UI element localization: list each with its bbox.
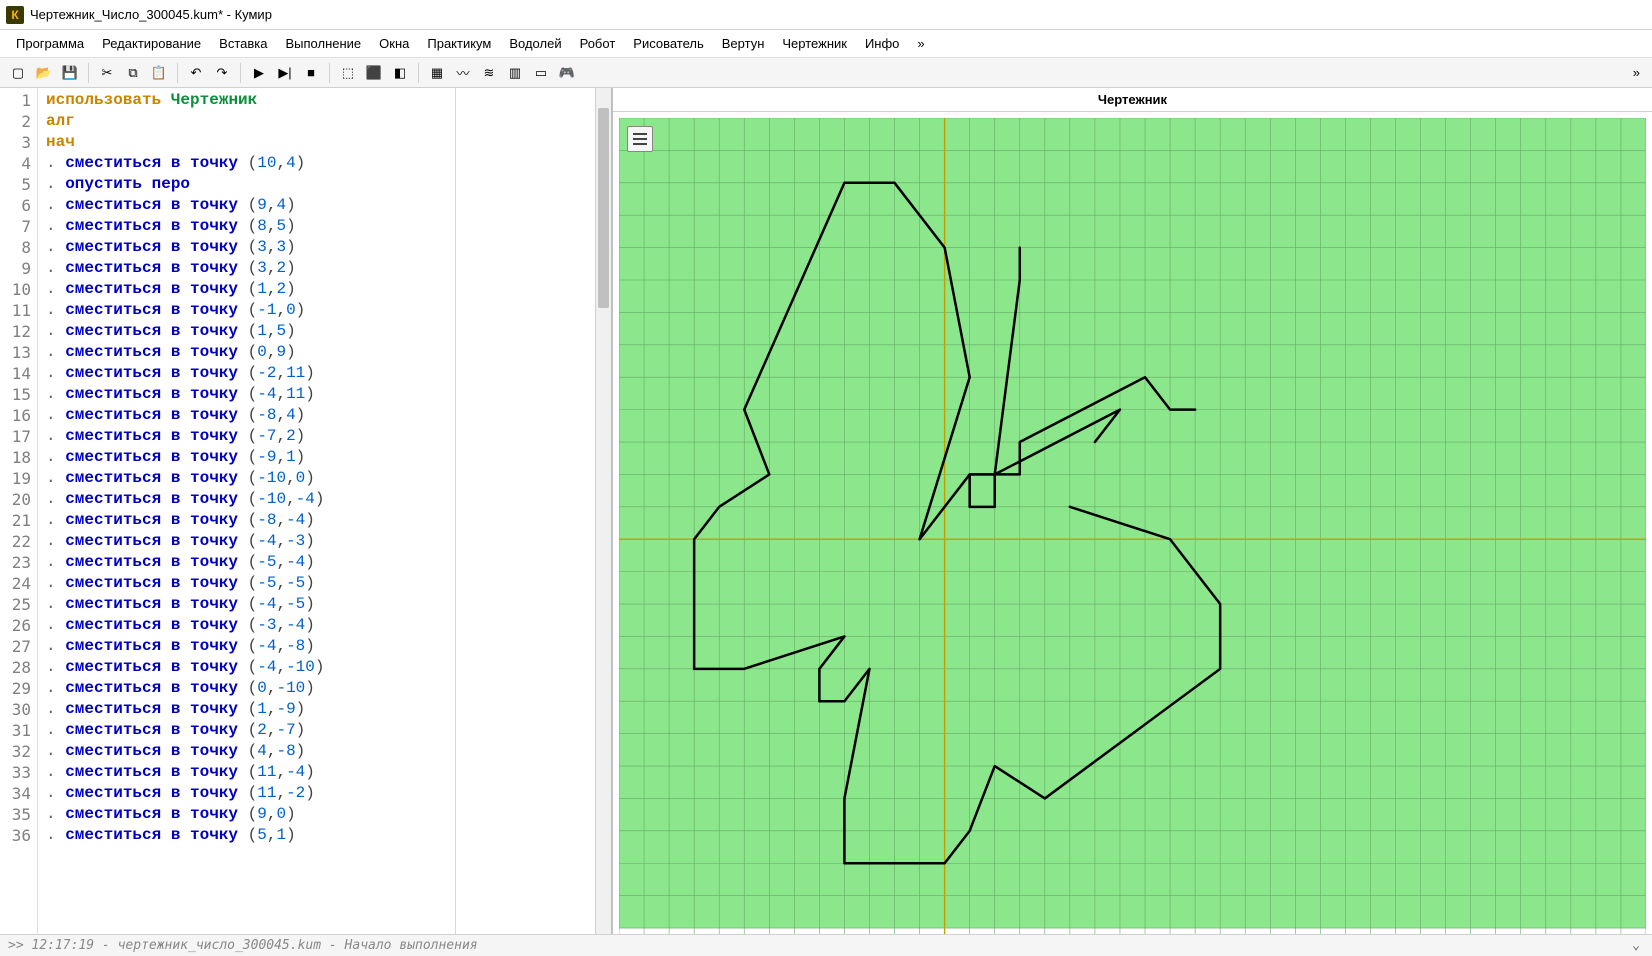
editor-pane: 1234567891011121314151617181920212223242… xyxy=(0,88,613,934)
app-icon: К xyxy=(6,6,24,24)
undo-icon[interactable]: ↶ xyxy=(184,61,208,85)
code-margin xyxy=(455,88,595,934)
menu-Редактирование[interactable]: Редактирование xyxy=(94,32,209,55)
grid1-icon[interactable]: ▦ xyxy=(425,61,449,85)
menu-Чертежник[interactable]: Чертежник xyxy=(774,32,855,55)
menu-Инфо[interactable]: Инфо xyxy=(857,32,907,55)
open-icon[interactable]: 📂 xyxy=(32,61,56,85)
redo-icon[interactable]: ↷ xyxy=(210,61,234,85)
copy-icon[interactable]: ⧉ xyxy=(121,61,145,85)
menu-Водолей[interactable]: Водолей xyxy=(501,32,569,55)
drawer-pane: Чертежник xyxy=(613,88,1652,934)
menu-Выполнение[interactable]: Выполнение xyxy=(277,32,369,55)
run-icon[interactable]: ▶ xyxy=(247,61,271,85)
new-icon[interactable]: ▢ xyxy=(6,61,30,85)
layout1-icon[interactable]: ⬚ xyxy=(336,61,360,85)
titlebar: К Чертежник_Число_300045.kum* - Кумир xyxy=(0,0,1652,30)
layout3-icon[interactable]: ◧ xyxy=(388,61,412,85)
code-area[interactable]: использовать Чертежникалгнач. сместиться… xyxy=(38,88,455,934)
drawer-canvas[interactable] xyxy=(619,118,1646,934)
editor-scrollbar[interactable] xyxy=(595,88,611,934)
toolbar-overflow[interactable]: » xyxy=(1627,65,1646,80)
drawer-title: Чертежник xyxy=(613,88,1652,112)
canvas-wrap xyxy=(613,112,1652,934)
layout2-icon[interactable]: ⬛ xyxy=(362,61,386,85)
menu-Окна[interactable]: Окна xyxy=(371,32,417,55)
menu-Программа[interactable]: Программа xyxy=(8,32,92,55)
menu-Рисователь[interactable]: Рисователь xyxy=(625,32,711,55)
status-chevron-icon[interactable]: ⌄ xyxy=(1628,938,1644,953)
menu-Вставка[interactable]: Вставка xyxy=(211,32,275,55)
step-icon[interactable]: ▶| xyxy=(273,61,297,85)
toolbar: ▢📂💾 ✂⧉📋 ↶↷ ▶▶|■ ⬚⬛◧ ▦〰≋▥▭🎮 » xyxy=(0,58,1652,88)
menu-Вертун[interactable]: Вертун xyxy=(714,32,773,55)
ctrl-icon[interactable]: 🎮 xyxy=(555,61,579,85)
editor-body: 1234567891011121314151617181920212223242… xyxy=(0,88,611,934)
wave1-icon[interactable]: 〰 xyxy=(451,61,475,85)
menubar: ПрограммаРедактированиеВставкаВыполнение… xyxy=(0,30,1652,58)
window-title: Чертежник_Число_300045.kum* - Кумир xyxy=(30,7,272,22)
wave2-icon[interactable]: ≋ xyxy=(477,61,501,85)
main-area: 1234567891011121314151617181920212223242… xyxy=(0,88,1652,934)
grid2-icon[interactable]: ▥ xyxy=(503,61,527,85)
status-text: >> 12:17:19 - чертежник_число_300045.kum… xyxy=(8,938,478,953)
hamburger-button[interactable] xyxy=(627,126,653,152)
pic-icon[interactable]: ▭ xyxy=(529,61,553,85)
cut-icon[interactable]: ✂ xyxy=(95,61,119,85)
menu-»[interactable]: » xyxy=(909,32,932,55)
statusbar: >> 12:17:19 - чертежник_число_300045.kum… xyxy=(0,934,1652,956)
menu-Робот[interactable]: Робот xyxy=(572,32,624,55)
paste-icon[interactable]: 📋 xyxy=(147,61,171,85)
menu-Практикум[interactable]: Практикум xyxy=(419,32,499,55)
line-gutter: 1234567891011121314151617181920212223242… xyxy=(0,88,38,934)
scrollbar-thumb[interactable] xyxy=(598,108,609,308)
save-icon[interactable]: 💾 xyxy=(58,61,82,85)
stop-icon[interactable]: ■ xyxy=(299,61,323,85)
